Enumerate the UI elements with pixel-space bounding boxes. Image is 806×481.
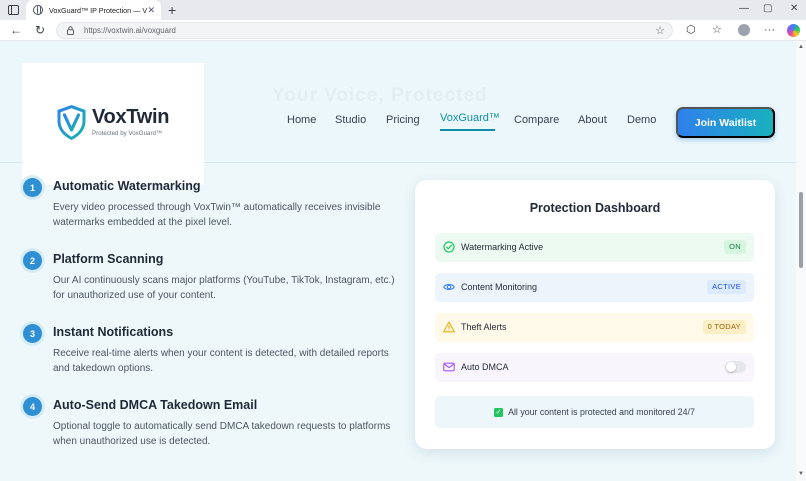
copilot-icon[interactable] [787, 24, 800, 37]
dashboard-row-monitoring: Content Monitoring ACTIVE [435, 273, 754, 302]
feature-title: Platform Scanning [53, 252, 164, 266]
protection-status-banner: ✓ All your content is protected and moni… [435, 396, 754, 428]
nav-home[interactable]: Home [287, 114, 316, 126]
nav-active-underline [440, 129, 495, 131]
page-scrollbar[interactable]: ▲ ▼ [796, 41, 806, 481]
status-text: All your content is protected and monito… [508, 407, 695, 417]
warning-icon [443, 321, 455, 333]
feature-description: Optional toggle to automatically send DM… [53, 421, 391, 447]
refresh-button[interactable]: ↻ [35, 23, 45, 37]
profile-avatar[interactable] [738, 24, 750, 36]
step-number: 4 [23, 397, 42, 416]
row-label: Auto DMCA [461, 362, 509, 372]
favorites-icon[interactable]: ☆ [712, 23, 722, 37]
row-label: Watermarking Active [461, 242, 544, 252]
url-text: https://voxtwin.ai/voxguard [84, 26, 176, 35]
row-label: Content Monitoring [461, 282, 538, 292]
nav-voxguard[interactable]: VoxGuard™ [440, 112, 500, 124]
site-logo[interactable]: VoxTwin Protected by VoxGuard™ [56, 103, 176, 143]
feature-title: Instant Notifications [53, 325, 174, 339]
feature-title: Automatic Watermarking [53, 179, 201, 193]
scrollbar-thumb[interactable] [799, 192, 803, 268]
checkbox-check-icon: ✓ [494, 407, 504, 417]
status-badge: ON [724, 240, 746, 254]
feature-description: Our AI continuously scans major platform… [53, 275, 395, 301]
eye-icon [443, 284, 455, 290]
new-tab-button[interactable]: + [168, 2, 176, 18]
dashboard-row-watermarking: Watermarking Active ON [435, 233, 754, 262]
tab-title: VoxGuard™ IP Protection — VoxTwin [49, 5, 147, 15]
lock-icon [67, 26, 74, 35]
scroll-up-arrow-icon[interactable]: ▲ [798, 44, 804, 50]
extensions-icon[interactable]: ⬡ [686, 23, 696, 37]
join-waitlist-button[interactable]: Join Waitlist [676, 107, 775, 138]
address-bar: ← ↻ https://voxtwin.ai/voxguard ☆ ⬡ ☆ ··… [0, 20, 806, 41]
nav-compare[interactable]: Compare [514, 114, 559, 126]
close-window-button[interactable]: ✕ [790, 3, 798, 15]
bookmark-star-icon[interactable]: ☆ [655, 24, 665, 37]
step-number: 1 [23, 178, 42, 197]
feature-title: Auto-Send DMCA Takedown Email [53, 398, 258, 412]
step-number: 3 [23, 324, 42, 343]
browser-tab[interactable]: VoxGuard™ IP Protection — VoxTwin ✕ [26, 0, 161, 20]
dashboard-row-theft-alerts: Theft Alerts 0 TODAY [435, 313, 754, 342]
nav-about[interactable]: About [578, 114, 607, 126]
protection-dashboard-card: Protection Dashboard Watermarking Active… [415, 180, 775, 449]
feature-description: Receive real-time alerts when your conte… [53, 348, 389, 374]
step-number: 2 [23, 251, 42, 270]
mail-icon [443, 362, 455, 372]
dashboard-row-auto-dmca: Auto DMCA [435, 353, 754, 382]
nav-pricing[interactable]: Pricing [386, 114, 420, 126]
dashboard-title: Protection Dashboard [529, 201, 661, 215]
row-label: Theft Alerts [461, 322, 507, 332]
logo-brand-name: VoxTwin [92, 106, 170, 128]
shield-icon [57, 105, 86, 140]
maximize-button[interactable]: ▢ [763, 3, 772, 15]
minimize-button[interactable]: — [739, 3, 749, 15]
nav-studio[interactable]: Studio [335, 114, 366, 126]
browser-tab-bar: VoxGuard™ IP Protection — VoxTwin ✕ + — … [0, 0, 806, 20]
settings-menu-icon[interactable]: ··· [764, 23, 775, 37]
page-viewport: Your Voice, Protected VoxTwin Protected … [0, 41, 796, 481]
status-badge: 0 TODAY [702, 320, 746, 334]
status-badge: ACTIVE [707, 280, 746, 294]
globe-icon [33, 5, 43, 15]
nav-demo[interactable]: Demo [627, 114, 656, 126]
hero-ghost-heading: Your Voice, Protected [272, 85, 488, 106]
auto-dmca-toggle[interactable] [725, 361, 746, 373]
tab-close-icon[interactable]: ✕ [147, 4, 155, 16]
url-field[interactable]: https://voxtwin.ai/voxguard ☆ [56, 22, 673, 39]
back-button[interactable]: ← [10, 23, 22, 37]
scroll-down-arrow-icon[interactable]: ▼ [798, 471, 804, 477]
logo-tagline: Protected by VoxGuard™ [92, 130, 163, 137]
tab-actions-icon[interactable] [8, 5, 19, 15]
logo-panel: VoxTwin Protected by VoxGuard™ [22, 63, 204, 185]
check-circle-icon [443, 241, 455, 253]
feature-description: Every video processed through VoxTwin™ a… [53, 202, 381, 228]
